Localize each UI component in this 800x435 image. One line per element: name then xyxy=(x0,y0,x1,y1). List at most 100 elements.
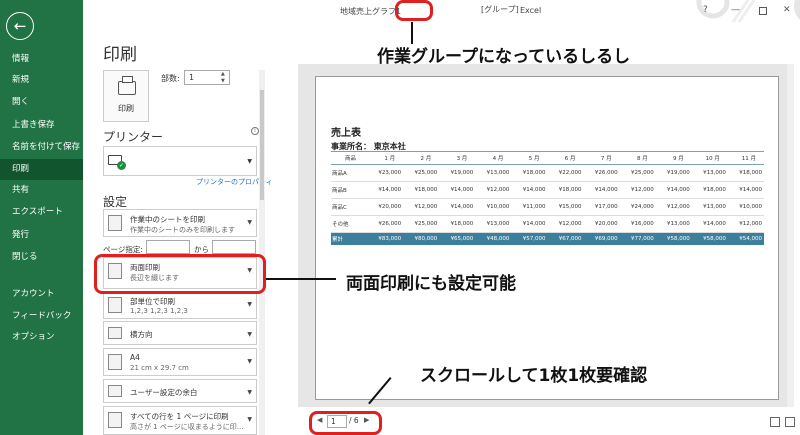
table-row: 商品A ¥23,000 ¥25,000 ¥19,000 ¥13,000 ¥18,000 ¥2… xyxy=(331,164,764,182)
nav-item-export[interactable]: エクスポート xyxy=(0,202,83,223)
close-icon[interactable]: ✕ xyxy=(783,5,791,15)
table-cell: ¥20,000 xyxy=(367,198,404,216)
show-margins-icon[interactable] xyxy=(770,417,780,427)
table-cell: ¥14,000 xyxy=(583,181,620,199)
table-cell: ¥14,000 xyxy=(691,215,728,233)
table-cell: ¥14,000 xyxy=(511,181,548,199)
table-cell: ¥13,000 xyxy=(691,164,728,182)
table-cell: ¥13,000 xyxy=(475,164,512,182)
table-cell: ¥14,000 xyxy=(511,215,548,233)
total-cell: ¥69,000 xyxy=(583,232,620,245)
spin-down-icon[interactable]: ▼ xyxy=(221,78,228,84)
back-arrow-icon[interactable]: ← xyxy=(6,12,34,40)
copies-label: 部数: xyxy=(161,74,180,83)
copies-value: 1 xyxy=(189,73,195,82)
collate-icon xyxy=(108,297,122,313)
scroll-annotation: スクロールして1枚1枚要確認 xyxy=(420,366,648,386)
nav-item-share[interactable]: 共有 xyxy=(0,180,83,201)
nav-item-options[interactable]: オプション xyxy=(0,327,83,348)
pages-to-input[interactable] xyxy=(212,240,256,254)
annotation-arrow xyxy=(266,278,336,280)
table-cell: ¥12,000 xyxy=(655,198,692,216)
chevron-down-icon: ▼ xyxy=(247,416,252,423)
nav-item-save[interactable]: 上書き保存 xyxy=(0,115,83,136)
info-icon[interactable]: i xyxy=(251,127,259,135)
table-cell: ¥10,000 xyxy=(475,198,512,216)
preview-page: 売上表 事業所名： 東京本社 商品 1 月 2 月 3 月 4 月 5 月 6 … xyxy=(315,76,779,400)
table-cell: ¥13,000 xyxy=(655,215,692,233)
sheet-icon xyxy=(108,215,122,231)
copies-input[interactable]: 1 ▲ ▼ xyxy=(184,70,230,85)
chevron-down-icon: ▼ xyxy=(247,358,252,365)
nav-item-new[interactable]: 新規 xyxy=(0,70,83,91)
table-cell: ¥14,000 xyxy=(367,181,404,199)
group-annotation: 作業グループになっているしるし xyxy=(377,47,631,67)
print-what-select[interactable]: 作業中のシートを印刷 作業中のシートのみを印刷します ▼ xyxy=(103,209,257,237)
total-cell: ¥67,000 xyxy=(547,232,584,245)
total-cell: ¥48,000 xyxy=(475,232,512,245)
duplex-annotation: 両面印刷にも設定可能 xyxy=(346,274,516,294)
table-cell: ¥12,000 xyxy=(547,215,584,233)
nav-item-account[interactable]: アカウント xyxy=(0,284,83,305)
scaling-icon xyxy=(108,412,122,428)
table-cell: ¥14,000 xyxy=(727,181,764,199)
total-cell: ¥83,000 xyxy=(367,232,404,245)
nav-item-info[interactable]: 情報 xyxy=(0,49,83,70)
table-cell: ¥25,000 xyxy=(403,164,440,182)
nav-item-close[interactable]: 閉じる xyxy=(0,247,83,268)
table-cell: ¥18,000 xyxy=(547,181,584,199)
column-header: 7 月 xyxy=(583,151,620,165)
table-row: その他 ¥26,000 ¥25,000 ¥18,000 ¥13,000 ¥14,000 ¥1… xyxy=(331,215,764,233)
sheet-title: 売上表 xyxy=(331,128,361,139)
table-cell: ¥14,000 xyxy=(439,181,476,199)
paper-size-select[interactable]: A4 21 cm x 29.7 cm ▼ xyxy=(103,348,257,376)
table-row: 商品B ¥14,000 ¥18,000 ¥14,000 ¥12,000 ¥14,000 ¥1… xyxy=(331,181,764,199)
table-cell: ¥16,000 xyxy=(619,215,656,233)
table-cell: ¥18,000 xyxy=(403,181,440,199)
paper-icon xyxy=(108,354,122,370)
margins-select[interactable]: ユーザー設定の余白 ▼ xyxy=(103,379,257,403)
table-cell: ¥23,000 xyxy=(367,164,404,182)
row-label: 商品C xyxy=(331,198,368,216)
nav-item-publish[interactable]: 発行 xyxy=(0,225,83,246)
column-header: 5 月 xyxy=(511,151,548,165)
total-cell: ¥57,000 xyxy=(511,232,548,245)
setting-sublabel: 高さが 1 ページに収まるように印... xyxy=(130,423,244,431)
table-cell: ¥22,000 xyxy=(547,164,584,182)
table-cell: ¥19,000 xyxy=(439,164,476,182)
annotation-arrow xyxy=(411,22,413,44)
preview-scrollbar[interactable] xyxy=(787,64,794,407)
settings-scroll-thumb[interactable] xyxy=(260,90,264,200)
maximize-icon[interactable] xyxy=(759,7,767,15)
page-title: 印刷 xyxy=(103,45,137,65)
minimize-icon[interactable]: — xyxy=(731,5,740,15)
scaling-select[interactable]: すべての行を 1 ページに印刷 高さが 1 ページに収まるように印... ▼ xyxy=(103,406,257,435)
pages-from-input[interactable] xyxy=(146,240,190,254)
pager-highlight xyxy=(309,411,382,435)
help-icon[interactable]: ? xyxy=(703,5,708,15)
group-indicator: [グループ] xyxy=(481,5,519,14)
column-header: 1 月 xyxy=(367,151,404,165)
total-cell: ¥58,000 xyxy=(691,232,728,245)
table-cell: ¥11,000 xyxy=(511,198,548,216)
collate-select[interactable]: 部単位で印刷 1,2,3 1,2,3 1,2,3 ▼ xyxy=(103,291,257,319)
print-button[interactable]: 印刷 xyxy=(103,70,149,122)
column-header: 9 月 xyxy=(655,151,692,165)
orientation-select[interactable]: 横方向 ▼ xyxy=(103,321,257,345)
column-header: 11 月 xyxy=(727,151,764,165)
landscape-icon xyxy=(108,327,122,339)
settings-heading: 設定 xyxy=(103,195,128,209)
table-cell: ¥26,000 xyxy=(583,164,620,182)
row-label: その他 xyxy=(331,215,368,233)
printer-select[interactable]: ✓ ▼ xyxy=(103,146,257,176)
table-cell: ¥18,000 xyxy=(691,181,728,199)
table-cell: ¥25,000 xyxy=(403,215,440,233)
zoom-to-page-icon[interactable] xyxy=(785,417,795,427)
spin-up-icon[interactable]: ▲ xyxy=(221,71,228,77)
nav-item-feedback[interactable]: フィードバック xyxy=(0,306,83,327)
table-cell: ¥12,000 xyxy=(403,198,440,216)
total-cell: ¥65,000 xyxy=(439,232,476,245)
nav-item-save-as[interactable]: 名前を付けて保存 xyxy=(0,137,83,158)
nav-item-open[interactable]: 開く xyxy=(0,92,83,113)
nav-item-print[interactable]: 印刷 xyxy=(0,159,83,180)
